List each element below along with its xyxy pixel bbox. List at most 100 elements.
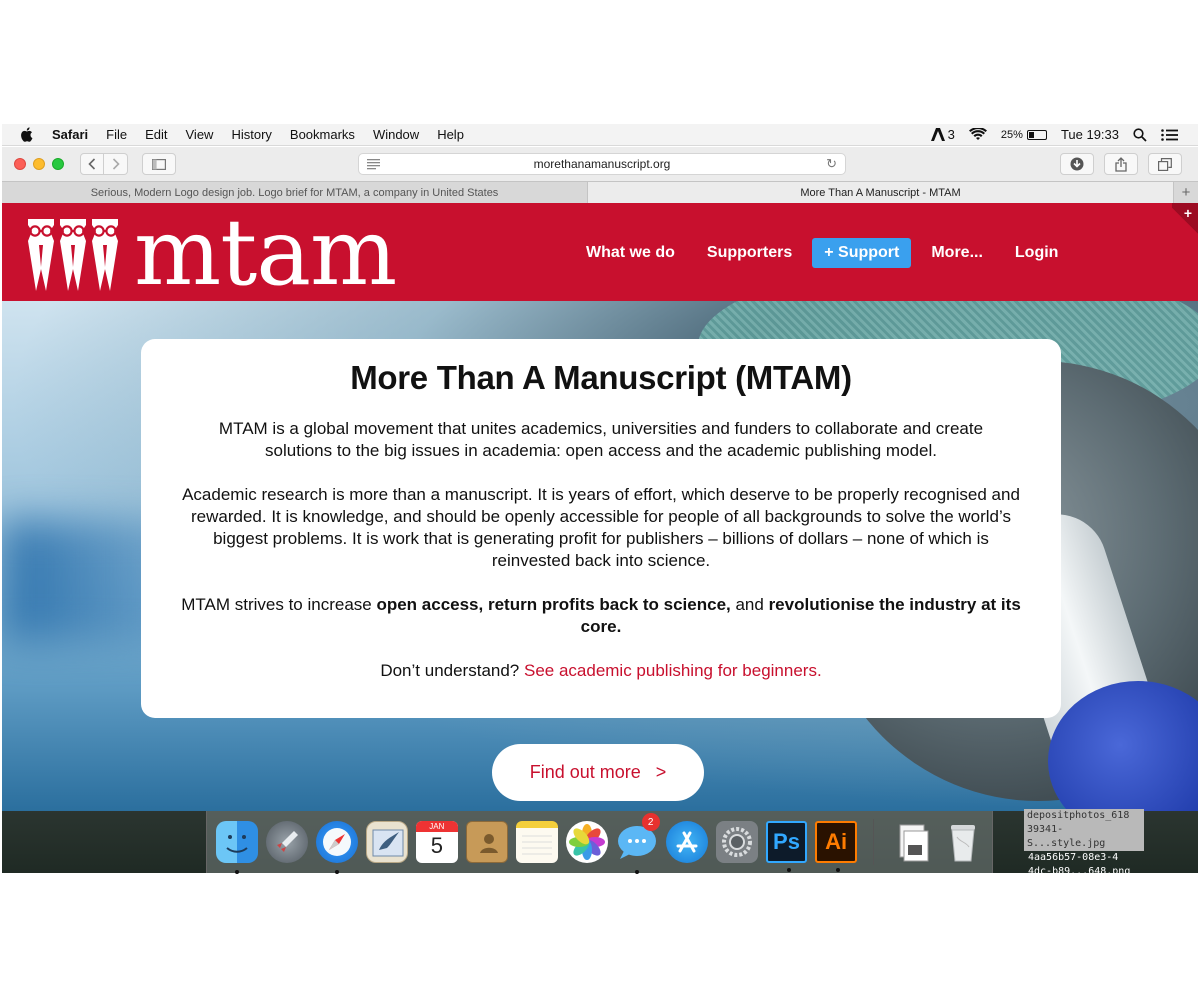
desktop-file-jpg[interactable]: depositphotos_618 39341-S...style.jpg bbox=[1024, 809, 1144, 851]
reader-view-icon[interactable] bbox=[367, 158, 380, 170]
zoom-window-button[interactable] bbox=[52, 158, 64, 170]
window-controls bbox=[14, 158, 64, 170]
find-out-more-label: Find out more > bbox=[529, 762, 667, 782]
file-name-line-3: 4aa56b57-08e3-4 bbox=[1028, 852, 1119, 863]
tab-mtam[interactable]: More Than A Manuscript - MTAM bbox=[588, 182, 1174, 203]
finder-icon[interactable] bbox=[216, 821, 258, 874]
nav-supporters[interactable]: Supporters bbox=[707, 244, 792, 262]
trash-icon[interactable] bbox=[942, 821, 984, 863]
apple-icon[interactable] bbox=[20, 127, 38, 142]
back-button[interactable] bbox=[80, 153, 104, 175]
clock[interactable]: Tue 19:33 bbox=[1061, 127, 1119, 142]
file-name-line-2: 39341-S...style.jpg bbox=[1024, 823, 1144, 851]
illustrator-label: Ai bbox=[825, 829, 848, 854]
launchpad-icon[interactable] bbox=[266, 821, 308, 863]
url-text: morethanamanuscript.org bbox=[533, 157, 671, 171]
menu-history[interactable]: History bbox=[231, 127, 271, 142]
close-window-button[interactable] bbox=[14, 158, 26, 170]
site-logo[interactable]: mtam bbox=[24, 199, 397, 306]
menu-bar: Safari File Edit View History Bookmarks … bbox=[2, 124, 1198, 146]
system-preferences-icon[interactable] bbox=[715, 821, 758, 863]
contacts-icon[interactable] bbox=[465, 821, 508, 863]
intro-paragraph-1: MTAM is a global movement that unites ac… bbox=[218, 419, 984, 460]
battery-percent: 25% bbox=[1000, 128, 1023, 141]
logo-figures-icon bbox=[28, 219, 118, 291]
menu-bookmarks[interactable]: Bookmarks bbox=[290, 127, 355, 142]
wifi-icon[interactable] bbox=[968, 128, 987, 141]
menu-file[interactable]: File bbox=[106, 127, 127, 142]
menu-help[interactable]: Help bbox=[437, 127, 464, 142]
download-icon bbox=[1070, 157, 1084, 171]
file-name-line-1: depositphotos_618 bbox=[1024, 809, 1144, 823]
dock: JAN 5 2 Ps Ai bbox=[206, 811, 993, 874]
menu-safari[interactable]: Safari bbox=[52, 127, 88, 142]
new-tab-button[interactable]: + bbox=[1174, 182, 1198, 203]
intro-paragraph-3: MTAM strives to increase open access, re… bbox=[181, 594, 1021, 638]
forward-button[interactable] bbox=[104, 153, 128, 175]
sidebar-button[interactable] bbox=[142, 153, 176, 175]
share-icon bbox=[1115, 156, 1127, 172]
sidebar-icon bbox=[152, 158, 166, 170]
downloads-icon[interactable] bbox=[892, 821, 934, 863]
browser-toolbar: morethanamanuscript.org ↻ bbox=[2, 147, 1198, 181]
chevron-right-icon bbox=[112, 158, 120, 170]
downloads-button[interactable] bbox=[1060, 153, 1094, 175]
calendar-month: JAN bbox=[416, 821, 458, 832]
hero-section: More Than A Manuscript (MTAM) MTAM is a … bbox=[2, 301, 1198, 811]
photoshop-label: Ps bbox=[773, 829, 800, 854]
file-name-line-4: 4dc-b89...648.png bbox=[1028, 866, 1131, 877]
nav-login[interactable]: Login bbox=[1015, 244, 1059, 262]
photoshop-icon[interactable]: Ps bbox=[765, 821, 808, 872]
p4-text-start: Don’t understand? bbox=[380, 661, 524, 680]
p3-text-start: MTAM strives to increase bbox=[181, 595, 377, 614]
adobe-icon bbox=[930, 128, 945, 141]
tab-overview-button[interactable] bbox=[1148, 153, 1182, 175]
find-out-more-button[interactable]: Find out more > bbox=[492, 744, 704, 801]
p3-bold-1: open access, return profits back to scie… bbox=[376, 595, 731, 614]
photos-icon[interactable] bbox=[565, 821, 608, 863]
illustrator-icon[interactable]: Ai bbox=[815, 821, 858, 872]
dock-separator bbox=[873, 819, 874, 865]
share-button[interactable] bbox=[1104, 153, 1138, 175]
messages-badge: 2 bbox=[641, 813, 660, 831]
notes-icon[interactable] bbox=[515, 821, 558, 863]
adobe-count: 3 bbox=[947, 127, 955, 142]
app-store-icon[interactable] bbox=[665, 821, 708, 863]
intro-paragraph-2: Academic research is more than a manuscr… bbox=[182, 485, 1020, 570]
messages-icon[interactable]: 2 bbox=[616, 813, 660, 874]
status-area: 3 25% Tue 19:33 bbox=[930, 127, 1198, 142]
spotlight-search-icon[interactable] bbox=[1133, 127, 1147, 142]
site-nav: What we do Supporters + Support More... … bbox=[586, 238, 1090, 268]
nav-more[interactable]: More... bbox=[931, 244, 983, 262]
corner-ribbon[interactable]: + bbox=[1172, 203, 1198, 239]
beginners-link[interactable]: See academic publishing for beginners. bbox=[524, 661, 822, 680]
desktop-file-png[interactable]: 4aa56b57-08e3-4 4dc-b89...648.png bbox=[1024, 851, 1144, 879]
calendar-icon[interactable]: JAN 5 bbox=[416, 821, 458, 863]
adobe-status[interactable]: 3 bbox=[930, 127, 955, 142]
intro-card: More Than A Manuscript (MTAM) MTAM is a … bbox=[141, 339, 1061, 718]
page-title: More Than A Manuscript (MTAM) bbox=[350, 359, 852, 396]
logo-wordmark: mtam bbox=[134, 199, 397, 306]
notification-center-icon[interactable] bbox=[1161, 128, 1178, 141]
plus-icon: + bbox=[1181, 184, 1191, 201]
address-bar[interactable]: morethanamanuscript.org ↻ bbox=[358, 153, 846, 175]
menu-view[interactable]: View bbox=[186, 127, 214, 142]
minimize-window-button[interactable] bbox=[33, 158, 45, 170]
battery-status[interactable]: 25% bbox=[1001, 129, 1047, 141]
battery-icon bbox=[1026, 129, 1047, 140]
corner-plus-icon: + bbox=[1183, 205, 1192, 221]
nav-what-we-do[interactable]: What we do bbox=[586, 244, 675, 262]
site-header: mtam What we do Supporters + Support Mor… bbox=[2, 203, 1198, 301]
intro-paragraph-4: Don’t understand? See academic publishin… bbox=[141, 660, 1061, 682]
nav-support-button[interactable]: + Support bbox=[812, 238, 912, 268]
p3-text-mid: and bbox=[730, 595, 769, 614]
mail-icon[interactable] bbox=[366, 821, 408, 863]
desktop-files: depositphotos_618 39341-S...style.jpg 4a… bbox=[1024, 809, 1144, 879]
tabs-icon bbox=[1158, 157, 1172, 171]
reload-icon[interactable]: ↻ bbox=[826, 156, 837, 172]
menu-window[interactable]: Window bbox=[373, 127, 419, 142]
chevron-left-icon bbox=[88, 158, 96, 170]
safari-icon[interactable] bbox=[316, 821, 358, 874]
menu-edit[interactable]: Edit bbox=[145, 127, 167, 142]
calendar-day: 5 bbox=[430, 833, 443, 858]
